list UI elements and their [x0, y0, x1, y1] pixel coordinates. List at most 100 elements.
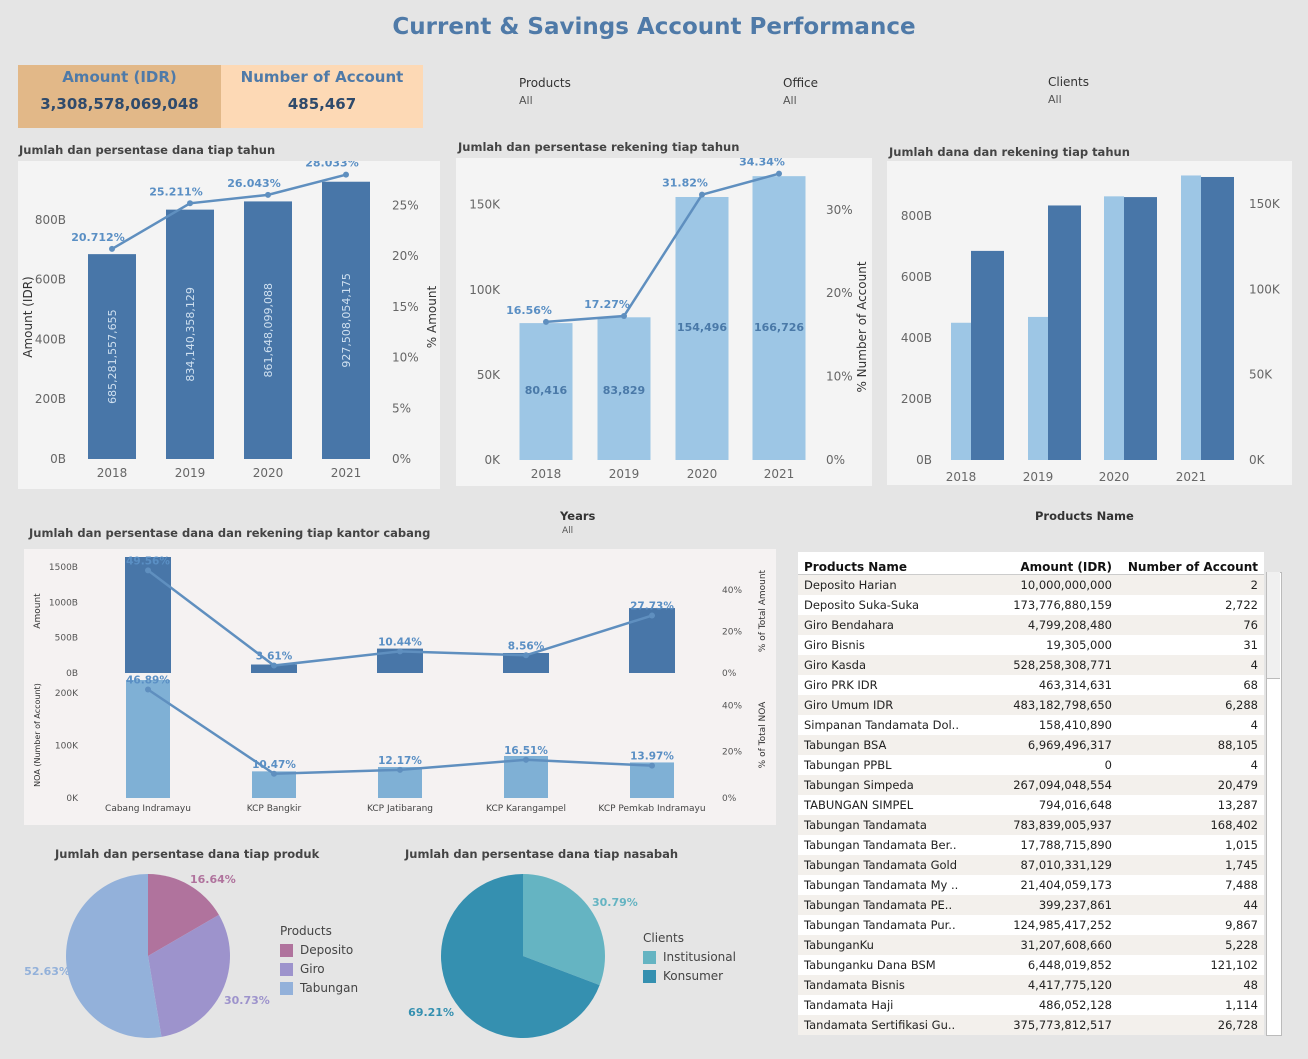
bottom-y2-tick-label: 20% [722, 748, 742, 758]
y2-tick-label: 0K [1249, 453, 1266, 467]
table-row[interactable]: TABUNGAN SIMPEL 794,016,648 13,287 [798, 795, 1264, 815]
cell-amount: 267,094,048,554 [1013, 778, 1112, 792]
table-row[interactable]: Tandamata Sertifikasi Gu.. 375,773,812,51… [798, 1015, 1264, 1035]
table-scrollbar-thumb[interactable] [1267, 572, 1280, 679]
cell-product-name: Tabungan Tandamata My .. [804, 878, 959, 892]
table-row[interactable]: Tabungan Tandamata Pur.. 124,985,417,252 9… [798, 915, 1264, 935]
filter-years-value[interactable]: All [562, 526, 595, 536]
pct-label: 26.043% [227, 177, 280, 190]
filter-products-name[interactable]: Products Name [1035, 509, 1134, 523]
y-tick-label: 0B [916, 453, 932, 467]
table-row[interactable]: Tabungan Tandamata 783,839,005,937 168,402 [798, 815, 1264, 835]
cell-amount: 463,314,631 [1038, 678, 1112, 692]
branch-noa-pct-point [523, 756, 529, 763]
table-row[interactable]: Tabungan Tandamata PE.. 399,237,861 44 [798, 895, 1264, 915]
cell-noa: 4 [1250, 758, 1258, 772]
filter-clients[interactable]: Clients All [1048, 75, 1089, 106]
table-row[interactable]: Tabungan PPBL 0 4 [798, 755, 1264, 775]
pie-nasabah-title: Jumlah dan persentase dana tiap nasabah [405, 847, 679, 861]
table-row[interactable]: Tandamata Bisnis 4,417,775,120 48 [798, 975, 1264, 995]
filter-office[interactable]: Office All [783, 76, 818, 107]
cell-product-name: Simpanan Tandamata Dol.. [804, 718, 959, 732]
kpi-number-of-account[interactable]: Number of Account 485,467 [221, 65, 423, 128]
table-row[interactable]: Giro Umum IDR 483,182,798,650 6,288 [798, 695, 1264, 715]
bottom-y-axis-title: NOA (Number of Account) [33, 683, 42, 787]
table-row[interactable]: Deposito Suka-Suka 173,776,880,159 2,722 [798, 595, 1264, 615]
table-row[interactable]: Deposito Harian 10,000,000,000 2 [798, 575, 1264, 595]
table-row[interactable]: TabunganKu 31,207,608,660 5,228 [798, 935, 1264, 955]
table-row[interactable]: Tandamata Haji 486,052,128 1,114 [798, 995, 1264, 1015]
pct-point [776, 170, 782, 177]
pie-slice-label: 16.64% [190, 873, 236, 886]
chart-dana-rekening-title: Jumlah dana dan rekening tiap tahun [889, 145, 1130, 159]
chart-rekening-tahun[interactable]: 0K 50K 100K 150K 0% 10% 20% 30% % Number of Acco… [456, 158, 872, 486]
products-table[interactable]: Products Name Amount (IDR) Number of Acc… [798, 552, 1264, 1035]
legend-item-deposito[interactable]: Deposito [280, 943, 358, 957]
table-row[interactable]: Giro PRK IDR 463,314,631 68 [798, 675, 1264, 695]
cell-noa: 2 [1250, 578, 1258, 592]
bar-value-label: 834,140,358,129 [184, 287, 197, 381]
filter-years[interactable]: Years All [560, 509, 595, 536]
legend-item-tabungan[interactable]: Tabungan [280, 981, 358, 995]
filter-products[interactable]: Products All [519, 76, 571, 107]
cell-noa: 9,867 [1225, 918, 1258, 932]
x-tick-label: 2021 [764, 467, 795, 481]
x-tick-label: 2019 [175, 466, 206, 480]
cell-product-name: Tandamata Haji [804, 998, 894, 1012]
cell-product-name: Tabungan PPBL [804, 758, 892, 772]
filter-clients-value[interactable]: All [1048, 93, 1089, 106]
table-row[interactable]: Tabungan Tandamata Gold 87,010,331,129 1,7… [798, 855, 1264, 875]
chart-dana-tahun[interactable]: 0B 200B 400B 600B 800B 0% 5% 10% 15% 20% 25% Amount… [18, 161, 440, 489]
pie-produk-legend: Products Deposito Giro Tabungan [280, 924, 358, 995]
chart-dana-rekening[interactable]: 0B 200B 400B 600B 800B 0K 50K 100K 150K 2018 2019 2… [887, 161, 1292, 485]
table-row[interactable]: Tabungan Tandamata Ber.. 17,788,715,890 1,… [798, 835, 1264, 855]
cell-product-name: Giro Umum IDR [804, 698, 894, 712]
cell-noa: 1,745 [1225, 858, 1258, 872]
legend-item-institusional[interactable]: Institusional [643, 950, 736, 964]
branch-noa-pct-point [649, 762, 655, 769]
y2-tick-label: 15% [392, 300, 419, 314]
kpi-amount[interactable]: Amount (IDR) 3,308,578,069,048 [18, 65, 221, 128]
pct-label: 20.712% [71, 231, 124, 244]
swatch-tabungan [280, 982, 293, 995]
cell-product-name: Tabungan Tandamata [804, 818, 927, 832]
branch-amount-pct-label: 3.61% [256, 651, 293, 663]
table-row[interactable]: Tabungan BSA 6,969,496,317 88,105 [798, 735, 1264, 755]
table-row[interactable]: Tabunganku Dana BSM 6,448,019,852 121,102 [798, 955, 1264, 975]
pie-nasabah[interactable]: 30.79% 69.21% [400, 862, 645, 1042]
cell-noa: 5,228 [1225, 938, 1258, 952]
pie-slice-label: 30.73% [224, 994, 270, 1007]
table-row[interactable]: Giro Bisnis 19,305,000 31 [798, 635, 1264, 655]
pct-point [109, 245, 115, 252]
legend-item-giro[interactable]: Giro [280, 962, 358, 976]
cell-noa: 26,728 [1217, 1018, 1258, 1032]
chart-kantor-cabang[interactable]: 0B 500B 1000B 1500B 0% 20% 40% Amount % of Total… [24, 549, 776, 825]
cell-amount: 10,000,000,000 [1020, 578, 1112, 592]
filter-products-value[interactable]: All [519, 94, 571, 107]
table-row[interactable]: Simpanan Tandamata Dol.. 158,410,890 4 [798, 715, 1264, 735]
cell-amount: 6,969,496,317 [1027, 738, 1112, 752]
top-y-tick-label: 1000B [49, 598, 78, 608]
pie-produk[interactable]: 16.64% 30.73% 52.63% [20, 862, 270, 1042]
table-row[interactable]: Tabungan Simpeda 267,094,048,554 20,479 [798, 775, 1264, 795]
y-tick-label: 0B [50, 452, 66, 466]
cell-amount: 483,182,798,650 [1013, 698, 1112, 712]
cell-noa: 4 [1250, 718, 1258, 732]
cell-product-name: TABUNGAN SIMPEL [804, 798, 914, 812]
legend-item-konsumer[interactable]: Konsumer [643, 969, 736, 983]
header-products-name[interactable]: Products Name [798, 560, 982, 574]
header-amount[interactable]: Amount (IDR) [982, 560, 1112, 574]
table-row[interactable]: Giro Kasda 528,258,308,771 4 [798, 655, 1264, 675]
cell-product-name: Giro Kasda [804, 658, 866, 672]
chart-kantor-title: Jumlah dan persentase dana dan rekening … [29, 526, 431, 540]
table-row[interactable]: Giro Bendahara 4,799,208,480 76 [798, 615, 1264, 635]
y-tick-label: 200B [901, 392, 932, 406]
table-row[interactable]: Tabungan Tandamata My .. 21,404,059,173 7,… [798, 875, 1264, 895]
branch-amount-pct-label: 10.44% [378, 636, 422, 648]
branch-x-tick-label: Cabang Indramayu [105, 804, 191, 814]
bottom-y2-tick-label: 40% [722, 701, 742, 711]
y-tick-label: 150K [469, 198, 501, 212]
filter-office-value[interactable]: All [783, 94, 818, 107]
top-y-tick-label: 500B [55, 634, 78, 644]
header-noa[interactable]: Number of Account [1112, 560, 1258, 574]
